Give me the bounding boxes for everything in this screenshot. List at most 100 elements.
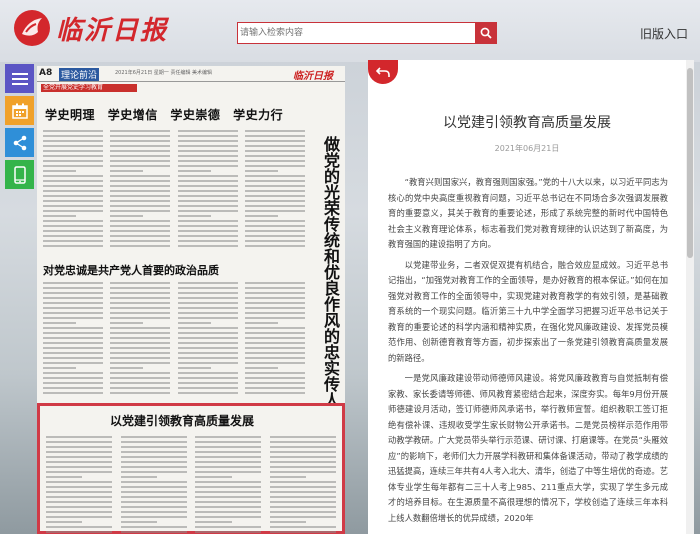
pillar-text: 学史崇德 [170,108,221,122]
print-line [110,195,171,197]
print-line [46,481,112,483]
article-text-block [43,130,305,250]
pillar-text: 学史力行 [233,108,284,122]
print-line [244,220,305,222]
print-line [244,352,305,354]
print-line [43,352,103,354]
print-line [269,501,336,503]
page-logo: 临沂日报 [293,71,333,82]
print-line [110,382,171,384]
site-logo[interactable]: 临沂日报 [14,8,168,48]
back-button[interactable] [368,60,398,84]
header: 临沂日报 旧版入口 [0,0,700,62]
print-line [177,205,238,207]
print-line [43,160,103,162]
print-line [177,225,238,227]
print-line [110,302,171,304]
headline-article-title[interactable]: 学史明理 学史增信 学史崇德 学史力行 [45,106,291,123]
scrollbar-thumb[interactable] [687,68,693,258]
text-column [110,282,171,398]
print-line [110,377,171,379]
section-name: 理论前沿 [59,68,100,81]
print-line [195,471,262,473]
menu-button[interactable] [5,64,34,93]
article-scrollbar[interactable] [686,60,694,534]
print-line [110,322,144,324]
print-line [244,372,305,374]
print-line [244,235,305,237]
print-line [177,140,238,142]
print-line [43,307,103,309]
print-line [269,491,336,493]
text-column [177,282,238,398]
logo-text: 临沂日报 [56,15,169,46]
print-line [244,387,305,389]
print-line [195,501,262,503]
print-line [43,205,103,207]
print-line [43,230,103,232]
print-line [195,486,262,488]
print-line [244,195,305,197]
print-line [43,235,103,237]
print-line [43,362,103,364]
calendar-button[interactable] [5,96,34,125]
article-paragraph: “教育兴则国家兴，教育强则国家强。”党的十八大以来，以习近平同志为核心的党中央高… [388,177,668,249]
print-line [177,240,238,242]
print-line [110,245,171,247]
print-line [46,516,112,518]
article-text-block [46,436,336,534]
print-line [244,327,305,329]
search-button[interactable] [475,22,497,44]
print-line [244,302,305,304]
mobile-button[interactable] [5,160,34,189]
print-line [177,352,238,354]
print-line [110,327,171,329]
vertical-article-title[interactable]: 做党的光荣传统和优良作风的忠实传人 [312,136,340,408]
print-line [269,526,336,528]
print-line [244,170,278,172]
print-line [43,220,103,222]
print-line [177,302,238,304]
print-line [269,531,336,533]
print-line [46,526,112,528]
print-line [177,357,238,359]
pillar-text: 学史明理 [45,108,96,122]
print-line [269,441,336,443]
print-line [46,471,112,473]
print-line [269,506,336,508]
print-line [244,332,305,334]
print-line [120,466,187,468]
print-line [43,195,103,197]
print-line [110,190,171,192]
print-line [244,367,278,369]
print-line [46,491,112,493]
print-line [110,347,171,349]
old-version-link[interactable]: 旧版入口 [640,25,688,42]
print-line [110,200,171,202]
print-line [269,516,336,518]
print-line [120,516,187,518]
selected-article-region[interactable]: 以党建引领教育高质量发展 [37,403,345,534]
print-line [195,476,232,478]
print-line [177,175,238,177]
print-line [120,481,187,483]
print-line [244,245,305,247]
share-button[interactable] [5,128,34,157]
print-line [177,312,238,314]
print-line [43,225,103,227]
newspaper-page[interactable]: A8 理论前沿 2021年6月21日 星期一 责任编辑 美术编辑 临沂日报 全党… [37,66,345,534]
print-line [43,210,103,212]
second-article-title[interactable]: 对党忠诚是共产党人首要的政治品质 [43,262,219,278]
print-line [177,170,211,172]
print-line [110,240,171,242]
print-line [110,357,171,359]
print-line [46,466,112,468]
print-line [177,130,238,132]
print-line [269,496,336,498]
print-line [43,200,103,202]
print-line [177,155,238,157]
text-column [177,130,238,250]
print-line [269,511,336,513]
search-input[interactable] [237,22,475,44]
print-line [120,456,187,458]
